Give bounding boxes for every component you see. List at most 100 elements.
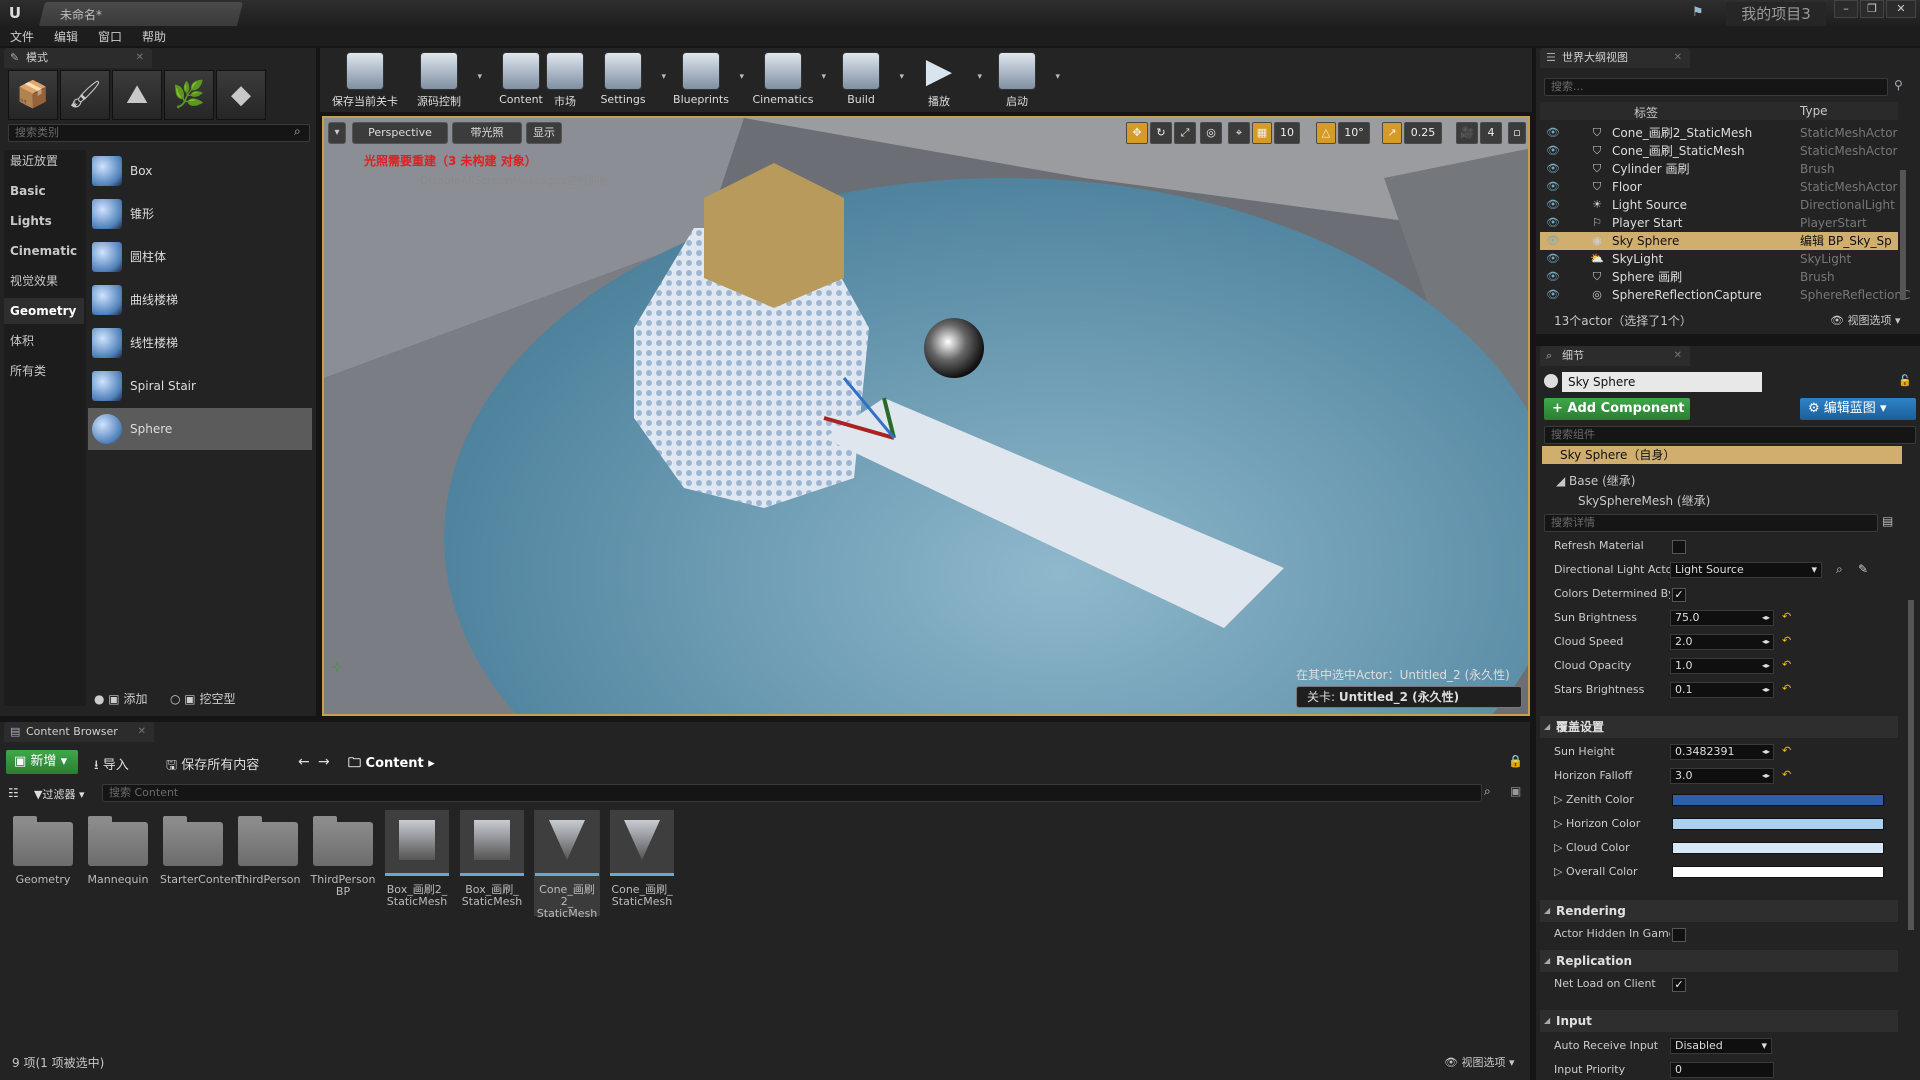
launch-button[interactable]: 启动 ▾ — [980, 50, 1060, 108]
geometry-item-box[interactable]: Box — [88, 150, 312, 192]
paint-mode-icon[interactable]: 🖌 — [60, 70, 110, 120]
scale-tool-icon[interactable]: ⤢ — [1174, 122, 1196, 144]
source-control-button[interactable]: 源码控制 ▾ — [402, 50, 482, 108]
outliner-row[interactable]: 👁 ⛉ Cone_画刷_StaticMesh StaticMeshActor — [1540, 142, 1898, 160]
tab-close-icon[interactable]: ✕ — [1674, 48, 1682, 68]
play-button[interactable]: ▶ 播放 ▾ — [902, 50, 982, 108]
category-volumes[interactable]: 体积 — [4, 328, 84, 354]
component-search-input[interactable]: 搜索组件 — [1544, 426, 1916, 444]
visibility-eye-icon[interactable]: 👁 — [1546, 232, 1560, 250]
tab-close-icon[interactable]: ✕ — [138, 722, 146, 742]
history-icon[interactable]: ▣ — [1510, 784, 1521, 798]
landscape-mode-icon[interactable]: ⛰ — [112, 70, 162, 120]
sun-height-field[interactable]: 0.3482391 ◂▸ — [1670, 744, 1774, 760]
back-arrow-icon[interactable]: ← — [298, 754, 310, 770]
details-tab[interactable]: ⌕ 细节 ✕ — [1540, 346, 1690, 366]
category-basic[interactable]: Basic — [4, 178, 84, 204]
visibility-eye-icon[interactable]: 👁 — [1546, 268, 1560, 286]
show-button[interactable]: 显示 — [526, 122, 562, 144]
visibility-eye-icon[interactable]: 👁 — [1546, 214, 1560, 232]
net-load-checkbox[interactable]: ✓ — [1672, 978, 1686, 992]
folder-item[interactable]: ThirdPerson — [235, 810, 301, 916]
save-level-button[interactable]: 保存当前关卡 — [328, 50, 402, 108]
spin-arrows-icon[interactable]: ◂▸ — [1762, 769, 1773, 783]
world-local-icon[interactable]: ◎ — [1200, 122, 1222, 144]
brush-add-radio[interactable]: ● ▣ 添加 — [94, 690, 147, 707]
close-button[interactable]: ✕ — [1886, 0, 1916, 18]
dropdown-arrow-icon[interactable]: ▾ — [1055, 72, 1060, 82]
expand-arrow-icon[interactable]: ▷ — [1554, 865, 1566, 878]
directional-light-select[interactable]: Light Source ▾ — [1670, 562, 1822, 578]
details-scrollbar[interactable] — [1908, 600, 1914, 930]
minimize-button[interactable]: – — [1834, 0, 1858, 18]
refresh-material-checkbox[interactable] — [1672, 540, 1686, 554]
category-cinematic[interactable]: Cinematic — [4, 238, 84, 264]
auto-receive-select[interactable]: Disabled ▾ — [1670, 1038, 1772, 1054]
spin-arrows-icon[interactable]: ◂▸ — [1762, 635, 1773, 649]
maximize-viewport-icon[interactable]: ▫ — [1508, 122, 1526, 144]
add-component-button[interactable]: + Add Component ▾ — [1544, 398, 1690, 438]
content-search-input[interactable]: 搜索 Content — [102, 784, 1482, 802]
visibility-eye-icon[interactable]: 👁 — [1546, 160, 1560, 178]
dropdown-arrow-icon[interactable]: ▾ — [477, 72, 482, 82]
static-mesh-asset[interactable]: Cone_画刷2_ StaticMesh — [534, 810, 600, 920]
geometry-item-sphere[interactable]: Sphere — [88, 408, 312, 450]
overall-color-swatch[interactable] — [1672, 866, 1884, 878]
details-search-input[interactable]: 搜索详情 — [1544, 514, 1878, 532]
static-mesh-asset[interactable]: Box_画刷2_ StaticMesh — [384, 810, 450, 916]
filters-button[interactable]: ▼过滤器 ▾ — [34, 786, 85, 802]
folder-item[interactable]: Mannequin — [85, 810, 151, 916]
static-mesh-asset[interactable]: Cone_画刷_ StaticMesh — [609, 810, 675, 916]
folder-item[interactable]: StarterContent — [160, 810, 242, 916]
input-section[interactable]: Input — [1540, 1010, 1898, 1032]
rendering-section[interactable]: Rendering — [1540, 900, 1898, 922]
tab-close-icon[interactable]: ✕ — [136, 48, 144, 68]
outliner-row[interactable]: 👁 ⛅ SkyLight SkyLight — [1540, 250, 1898, 268]
input-priority-field[interactable]: 0 — [1670, 1062, 1774, 1078]
cloud-opacity-field[interactable]: 1.0 ◂▸ — [1670, 658, 1774, 674]
place-mode-icon[interactable]: 📦 — [8, 70, 58, 120]
outliner-row[interactable]: 👁 ◎ SphereReflectionCapture SphereReflectio… — [1540, 286, 1910, 304]
lit-mode-button[interactable]: 带光照 — [452, 122, 522, 144]
category-recent[interactable]: 最近放置 — [4, 148, 84, 174]
component-self-row[interactable]: Sky Sphere（自身） — [1542, 446, 1902, 464]
outliner-row[interactable]: 👁 ⛉ Cone_画刷2_StaticMesh StaticMeshActor — [1540, 124, 1898, 142]
reset-to-default-icon[interactable]: ↶ — [1782, 610, 1791, 623]
scale-snap-value[interactable]: 0.25 — [1404, 122, 1442, 144]
geometry-item-cylinder[interactable]: 圆柱体 — [88, 236, 312, 278]
cloud-speed-field[interactable]: 2.0 ◂▸ — [1670, 634, 1774, 650]
outliner-row[interactable]: 👁 ⚐ Player Start PlayerStart — [1540, 214, 1898, 232]
rotate-tool-icon[interactable]: ↻ — [1150, 122, 1172, 144]
camera-speed-icon[interactable]: 🎥 — [1456, 122, 1478, 144]
reset-to-default-icon[interactable]: ↶ — [1782, 768, 1791, 781]
menu-edit[interactable]: 编辑 — [54, 28, 78, 46]
outliner-row[interactable]: 👁 ⛉ Floor StaticMeshActor — [1540, 178, 1898, 196]
sun-brightness-field[interactable]: 75.0 ◂▸ — [1670, 610, 1774, 626]
spin-arrows-icon[interactable]: ◂▸ — [1762, 745, 1773, 759]
visibility-eye-icon[interactable]: 👁 — [1546, 286, 1560, 304]
category-lights[interactable]: Lights — [4, 208, 84, 234]
rotation-snap-icon[interactable]: △ — [1316, 122, 1336, 144]
reset-to-default-icon[interactable]: ↶ — [1782, 634, 1791, 647]
reset-to-default-icon[interactable]: ↶ — [1782, 744, 1791, 757]
zenith-color-swatch[interactable] — [1672, 794, 1884, 806]
outliner-row[interactable]: 👁 ☀ Light Source DirectionalLight — [1540, 196, 1898, 214]
perspective-button[interactable]: Perspective — [352, 122, 448, 144]
menu-window[interactable]: 窗口 — [98, 28, 122, 46]
forward-arrow-icon[interactable]: → — [318, 754, 330, 770]
camera-speed-value[interactable]: 4 — [1480, 122, 1502, 144]
add-new-button[interactable]: ▣ 新增 ▾ — [6, 750, 78, 774]
outliner-row[interactable]: 👁 ⛉ Cylinder 画刷 Brush — [1540, 160, 1898, 178]
surface-snap-icon[interactable]: ⌖ — [1228, 122, 1250, 144]
folder-item[interactable]: Geometry — [10, 810, 76, 916]
visibility-eye-icon[interactable]: 👁 — [1546, 250, 1560, 268]
actor-hidden-checkbox[interactable] — [1672, 928, 1686, 942]
add-filter-icon[interactable]: ⚲ — [1894, 78, 1903, 92]
spin-arrows-icon[interactable]: ◂▸ — [1762, 611, 1773, 625]
lock-icon[interactable]: 🔒 — [1508, 754, 1523, 768]
scale-snap-icon[interactable]: ↗ — [1382, 122, 1402, 144]
save-all-button[interactable]: 🖫 保存所有内容 — [166, 754, 259, 778]
outliner-row[interactable]: 👁 ◉ Sky Sphere 编辑 BP_Sky_Sp — [1540, 232, 1898, 250]
settings-button[interactable]: Settings ▾ — [586, 50, 666, 108]
cinematics-button[interactable]: Cinematics ▾ — [746, 50, 826, 108]
